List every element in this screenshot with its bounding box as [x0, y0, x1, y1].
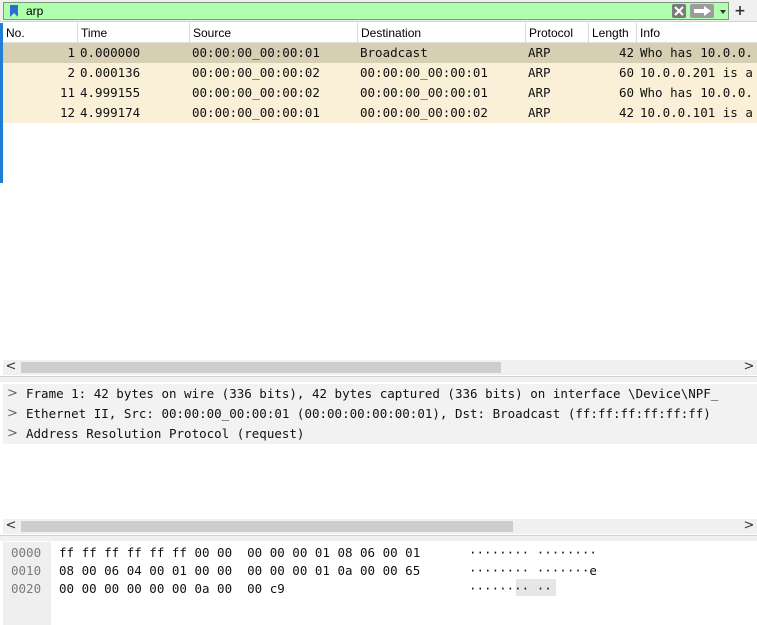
- detail-tree-item[interactable]: > Address Resolution Protocol (request): [3, 424, 757, 444]
- packet-cell-no: 1: [67, 45, 75, 60]
- bookmark-icon[interactable]: [7, 4, 21, 18]
- expand-chevron-icon[interactable]: >: [7, 404, 19, 424]
- packet-cell-time: 4.999155: [80, 85, 141, 100]
- byte-ascii-values[interactable]: ········ ··: [469, 580, 552, 598]
- byte-ascii-values[interactable]: ········ ········: [469, 544, 597, 562]
- detail-tree-label: Frame 1: 42 bytes on wire (336 bits), 42…: [26, 386, 719, 401]
- packet-cell-length: 60: [618, 85, 634, 100]
- packet-cell-destination: Broadcast: [360, 45, 428, 60]
- packet-row[interactable]: 2 0.000136 00:00:00_00:00:02 00:00:00_00:00…: [3, 63, 757, 83]
- packet-cell-protocol: ARP: [528, 65, 551, 80]
- packet-cell-length: 60: [618, 65, 634, 80]
- column-header-length[interactable]: Length: [589, 23, 637, 43]
- expand-chevron-icon[interactable]: >: [7, 384, 19, 404]
- column-header-no[interactable]: No.: [3, 23, 78, 43]
- packet-cell-info: 10.0.0.101 is a: [640, 105, 753, 120]
- add-filter-button[interactable]: +: [733, 2, 747, 20]
- filter-history-dropdown-icon[interactable]: [717, 4, 729, 18]
- packet-cell-source: 00:00:00_00:00:02: [192, 65, 320, 80]
- packet-cell-info: 10.0.0.201 is a: [640, 65, 753, 80]
- packet-cell-no: 2: [67, 65, 75, 80]
- byte-hex-values[interactable]: 08 00 06 04 00 01 00 00 00 00 00 01 0a 0…: [59, 562, 420, 580]
- pane-splitter[interactable]: [0, 535, 757, 541]
- scroll-left-icon[interactable]: <: [5, 360, 17, 375]
- byte-offset: 0000: [11, 545, 42, 560]
- packet-cell-destination: 00:00:00_00:00:02: [360, 105, 488, 120]
- packet-row[interactable]: 1 0.000000 00:00:00_00:00:01 Broadcast ARP 42…: [3, 43, 757, 63]
- apply-filter-arrow-icon[interactable]: [690, 4, 714, 18]
- clear-filter-icon[interactable]: [672, 4, 686, 18]
- scroll-left-icon[interactable]: <: [5, 519, 17, 534]
- expand-chevron-icon[interactable]: >: [7, 424, 19, 444]
- packet-cell-time: 0.000000: [80, 45, 141, 60]
- packet-cell-length: 42: [618, 45, 634, 60]
- packet-cell-protocol: ARP: [528, 105, 551, 120]
- byte-offset: 0020: [11, 581, 42, 596]
- packet-cell-info: Who has 10.0.0.: [640, 45, 753, 60]
- column-header-time[interactable]: Time: [78, 23, 190, 43]
- scroll-right-icon[interactable]: >: [743, 360, 755, 375]
- packet-cell-time: 0.000136: [80, 65, 141, 80]
- byte-hex-values[interactable]: 00 00 00 00 00 00 0a 00 00 c9: [59, 580, 285, 598]
- scrollbar-thumb[interactable]: [21, 521, 513, 532]
- detail-tree-label: Address Resolution Protocol (request): [26, 426, 305, 441]
- detail-tree-label: Ethernet II, Src: 00:00:00_00:00:01 (00:…: [26, 406, 711, 421]
- packet-cell-destination: 00:00:00_00:00:01: [360, 65, 488, 80]
- detail-tree-item[interactable]: > Frame 1: 42 bytes on wire (336 bits), 4…: [3, 384, 757, 404]
- byte-hex-values[interactable]: ff ff ff ff ff ff 00 00 00 00 00 01 08 0…: [59, 544, 420, 562]
- packet-row[interactable]: 12 4.999174 00:00:00_00:00:01 00:00:00_00:0…: [3, 103, 757, 123]
- display-filter-toolbar: +: [0, 0, 757, 22]
- column-header-destination[interactable]: Destination: [358, 23, 526, 43]
- scrollbar-thumb[interactable]: [21, 362, 501, 373]
- column-header-protocol[interactable]: Protocol: [526, 23, 589, 43]
- packet-cell-source: 00:00:00_00:00:02: [192, 85, 320, 100]
- packet-cell-source: 00:00:00_00:00:01: [192, 45, 320, 60]
- packet-cell-length: 42: [618, 105, 634, 120]
- display-filter-input[interactable]: [26, 3, 646, 19]
- byte-offset: 0010: [11, 563, 42, 578]
- packet-cell-time: 4.999174: [80, 105, 141, 120]
- details-hscrollbar[interactable]: < >: [3, 519, 757, 534]
- packet-row[interactable]: 11 4.999155 00:00:00_00:00:02 00:00:00_00:0…: [3, 83, 757, 103]
- pane-splitter[interactable]: [0, 376, 757, 382]
- packet-cell-no: 12: [59, 105, 75, 120]
- packet-cell-source: 00:00:00_00:00:01: [192, 105, 320, 120]
- packet-bytes-pane: 0000 ff ff ff ff ff ff 00 00 00 00 00 01 …: [3, 542, 757, 625]
- detail-tree-item[interactable]: > Ethernet II, Src: 00:00:00_00:00:01 (00…: [3, 404, 757, 424]
- packet-cell-protocol: ARP: [528, 45, 551, 60]
- packet-list-header: No. Time Source Destination Protocol Len…: [3, 23, 757, 43]
- packet-cell-info: Who has 10.0.0.: [640, 85, 753, 100]
- column-header-source[interactable]: Source: [190, 23, 358, 43]
- packet-cell-destination: 00:00:00_00:00:01: [360, 85, 488, 100]
- packet-cell-no: 11: [59, 85, 75, 100]
- column-header-info[interactable]: Info: [637, 23, 757, 43]
- packet-list: No. Time Source Destination Protocol Len…: [3, 23, 757, 360]
- packet-cell-protocol: ARP: [528, 85, 551, 100]
- scroll-right-icon[interactable]: >: [743, 519, 755, 534]
- packet-list-hscrollbar[interactable]: < >: [3, 360, 757, 375]
- packet-details-tree: > Frame 1: 42 bytes on wire (336 bits), 4…: [3, 383, 757, 520]
- byte-ascii-values[interactable]: ········ ·······e: [469, 562, 597, 580]
- display-filter-field[interactable]: [3, 2, 729, 20]
